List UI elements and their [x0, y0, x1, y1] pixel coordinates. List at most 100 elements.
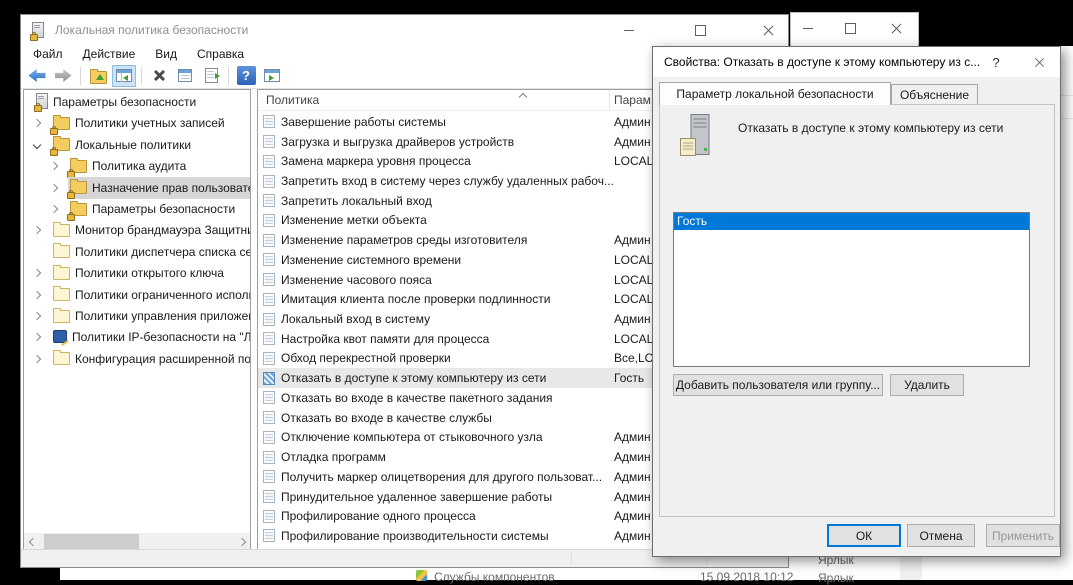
tree-item[interactable]: Политики ограниченного использо — [24, 285, 250, 306]
apply-button-disabled[interactable]: Применить — [986, 524, 1060, 547]
bg-file-name[interactable]: Службы компонентов — [434, 570, 555, 584]
user-list-item[interactable]: Гость — [674, 213, 1029, 230]
forward-button[interactable] — [51, 65, 75, 87]
bg-minimize-button[interactable] — [791, 13, 825, 43]
tree-item[interactable]: Параметры безопасности — [24, 199, 239, 221]
chevron-right-icon[interactable] — [32, 333, 42, 342]
tree-item[interactable]: Монитор брандмауэра Защитника W — [24, 220, 250, 241]
policy-row[interactable]: Отказать во входе в качестве пакетного з… — [258, 388, 669, 408]
policy-row[interactable]: Запретить локальный вход — [258, 191, 669, 211]
tree-item[interactable]: Назначение прав пользователя — [24, 177, 250, 200]
chevron-right-icon[interactable] — [32, 354, 42, 364]
tree-item[interactable]: Политики диспетчера списка сетей — [24, 242, 250, 263]
policy-row[interactable]: Получить маркер олицетворения для другог… — [258, 467, 669, 487]
tree-item[interactable]: Политики управления приложения — [24, 306, 250, 327]
policy-icon — [263, 292, 275, 306]
policy-row[interactable]: Отказать в доступе к этому компьютеру из… — [258, 368, 669, 389]
policy-row[interactable]: Изменение системного времени LOCAL — [258, 250, 669, 270]
chevron-right-icon[interactable] — [32, 226, 42, 235]
policy-row[interactable]: Изменение параметров среды изготовителя А… — [258, 230, 669, 250]
policy-value: LOCAL — [614, 154, 654, 169]
scroll-right-button[interactable] — [233, 533, 250, 550]
component-services-icon — [416, 570, 427, 581]
back-button[interactable] — [25, 65, 49, 87]
background-window-titlebar — [790, 12, 919, 48]
menu-item-0[interactable]: Файл — [23, 47, 73, 61]
chevron-right-icon[interactable] — [32, 268, 42, 278]
policy-row[interactable]: Замена маркера уровня процесса LOCAL — [258, 151, 669, 171]
tree-horizontal-scrollbar[interactable] — [24, 533, 250, 550]
tree-item[interactable]: Параметры безопасности — [24, 92, 200, 113]
column-header-policy[interactable]: Политика — [266, 93, 319, 107]
folder-icon — [53, 221, 70, 240]
tree-item-label: Политики открытого ключа — [75, 266, 224, 281]
policy-value: Админ — [614, 469, 651, 484]
chevron-right-icon[interactable] — [32, 290, 42, 299]
scrollbar-thumb[interactable] — [44, 534, 139, 549]
chevron-down-icon[interactable] — [32, 140, 42, 150]
up-folder-button[interactable] — [86, 65, 110, 87]
policy-name: Имитация клиента после проверки подлинно… — [281, 292, 551, 307]
bg-close-button[interactable] — [879, 13, 913, 43]
tree-item[interactable]: Политики IP-безопасности на "Лока — [24, 327, 250, 348]
tab-local-security-setting[interactable]: Параметр локальной безопасности — [659, 82, 891, 105]
action-pane-toggle-button[interactable] — [260, 65, 284, 87]
list-header: Политика Парам — [258, 90, 669, 111]
policy-row[interactable]: Отключение компьютера от стыковочного уз… — [258, 428, 669, 448]
chevron-right-icon[interactable] — [49, 204, 59, 214]
export-list-button[interactable] — [199, 65, 223, 87]
console-tree-toggle-button[interactable] — [112, 64, 136, 87]
chevron-right-icon[interactable] — [49, 161, 59, 171]
bg-maximize-button[interactable] — [833, 13, 867, 43]
folder-icon — [53, 264, 70, 283]
policy-row[interactable]: Имитация клиента после проверки подлинно… — [258, 289, 669, 309]
maximize-button[interactable] — [678, 15, 723, 45]
policy-row[interactable]: Загрузка и выгрузка драйверов устройств А… — [258, 132, 669, 152]
policy-value: Админ — [614, 450, 651, 465]
scroll-left-button[interactable] — [24, 533, 41, 550]
policy-row[interactable]: Профилирование одного процесса Админ — [258, 506, 669, 526]
close-button[interactable] — [746, 15, 791, 45]
policy-value: Админ — [614, 134, 651, 149]
user-group-listbox[interactable]: Гость — [673, 212, 1030, 367]
toolbar-separator — [228, 66, 229, 85]
policy-row[interactable]: Профилирование производительности систем… — [258, 526, 669, 546]
policy-row[interactable]: Принудительное удаленное завершение рабо… — [258, 487, 669, 507]
chevron-right-icon[interactable] — [32, 119, 42, 128]
help-button[interactable]: ? — [234, 65, 258, 87]
menu-item-3[interactable]: Справка — [187, 47, 254, 61]
policy-row[interactable]: Изменение метки объекта — [258, 211, 669, 231]
policy-row[interactable]: Запретить вход в систему через службу уд… — [258, 171, 669, 191]
minimize-button[interactable] — [606, 15, 651, 45]
policy-row[interactable]: Изменение часового пояса LOCAL — [258, 270, 669, 290]
properties-button[interactable] — [173, 65, 197, 87]
policy-row[interactable]: Настройка квот памяти для процесса LOCAL — [258, 329, 669, 349]
tree-item[interactable]: Конфигурация расширенной полит — [24, 349, 250, 370]
menu-item-1[interactable]: Действие — [73, 47, 146, 61]
tree-item[interactable]: Политики учетных записей — [24, 113, 229, 135]
menu-item-2[interactable]: Вид — [145, 47, 187, 61]
delete-button[interactable] — [147, 65, 171, 87]
policy-row[interactable]: Завершение работы системы Админ — [258, 112, 669, 132]
policy-icon — [263, 490, 275, 504]
tree-item[interactable]: Локальные политики — [24, 135, 195, 157]
tree-item[interactable]: Политика аудита — [24, 156, 190, 178]
policy-row[interactable]: Отказать во входе в качестве службы — [258, 408, 669, 428]
chevron-right-icon[interactable] — [32, 311, 42, 321]
add-user-or-group-button[interactable]: Добавить пользователя или группу... — [673, 374, 883, 396]
column-separator[interactable] — [609, 90, 610, 110]
dialog-help-button[interactable]: ? — [979, 47, 1013, 77]
dialog-title-bar: Свойства: Отказать в доступе к этому ком… — [653, 47, 1060, 77]
remove-button[interactable]: Удалить — [890, 374, 964, 396]
ok-button[interactable]: ОК — [827, 524, 901, 547]
policy-name: Отладка программ — [281, 450, 386, 465]
dialog-close-button[interactable] — [1019, 47, 1059, 77]
policy-row[interactable]: Обход перекрестной проверки Все,LO — [258, 349, 669, 369]
chevron-right-icon[interactable] — [49, 183, 59, 192]
policy-row[interactable]: Отладка программ Админ — [258, 447, 669, 467]
column-header-parameter[interactable]: Парам — [614, 93, 651, 107]
tab-explain[interactable]: Объяснение — [891, 84, 978, 105]
tree-item[interactable]: Политики открытого ключа — [24, 263, 228, 284]
policy-row[interactable]: Локальный вход в систему Админ — [258, 309, 669, 329]
cancel-button[interactable]: Отмена — [907, 524, 975, 547]
